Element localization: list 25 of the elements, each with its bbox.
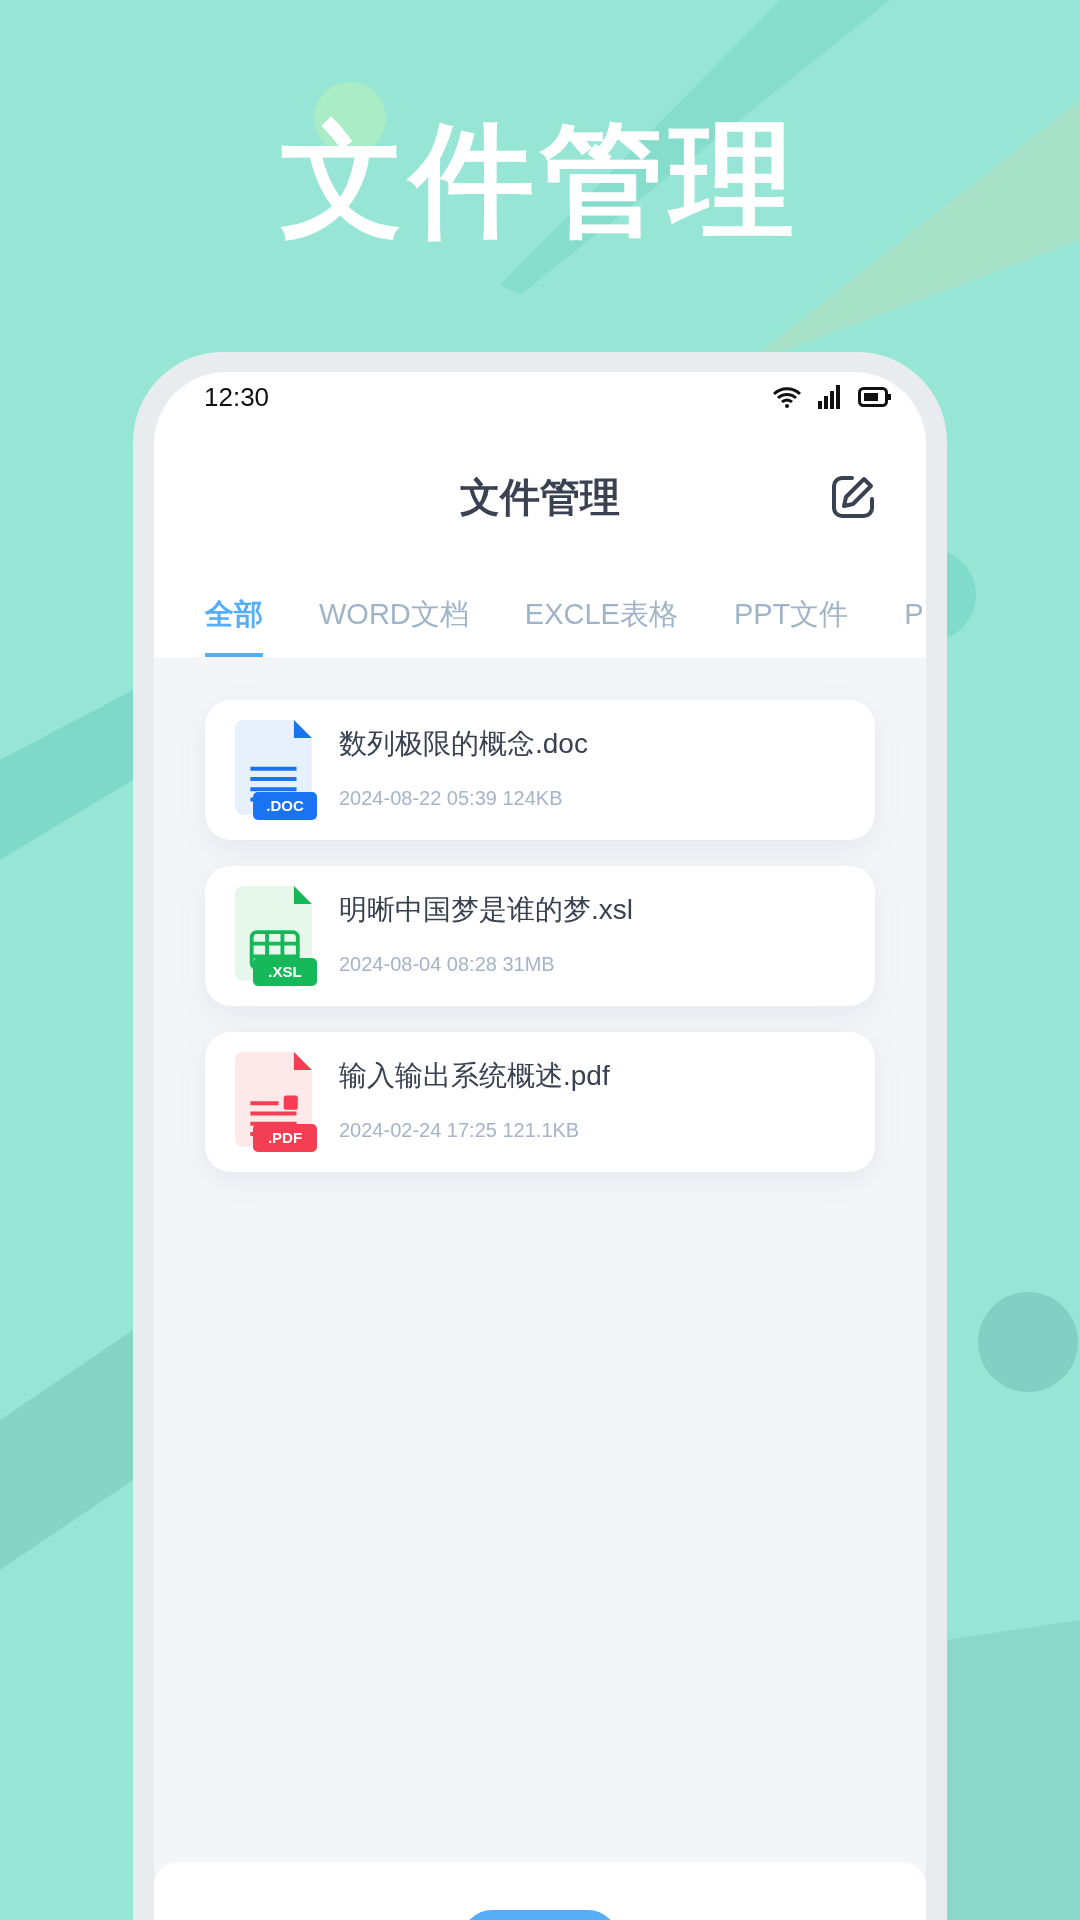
- file-card[interactable]: .PDF 输入输出系统概述.pdf 2024-02-24 17:25 121.1KB: [205, 1032, 875, 1172]
- status-time: 12:30: [204, 380, 270, 414]
- edit-button[interactable]: [830, 474, 876, 520]
- file-type-label: .DOC: [253, 792, 317, 820]
- tab[interactable]: EXCLE表格: [524, 572, 678, 657]
- tab[interactable]: 全部: [205, 572, 263, 657]
- signal-icon: [818, 385, 842, 409]
- tab[interactable]: PPT文件: [733, 572, 849, 657]
- file-info: 2024-08-04 08:28 31MB: [339, 951, 556, 977]
- tab[interactable]: WORD文档: [319, 572, 469, 657]
- file-name: 数列极限的概念.doc: [339, 727, 588, 761]
- tab[interactable]: P: [904, 572, 924, 657]
- wifi-icon: [772, 386, 802, 408]
- headline-title: 文件管理: [280, 118, 800, 242]
- file-type-label: .PDF: [253, 1124, 317, 1152]
- battery-icon: [858, 387, 892, 407]
- file-info: 2024-02-24 17:25 121.1KB: [339, 1117, 581, 1143]
- page-title: 文件管理: [460, 474, 620, 521]
- file-info: 2024-08-22 05:39 124KB: [339, 785, 564, 811]
- file-name: 输入输出系统概述.pdf: [339, 1059, 610, 1093]
- file-card[interactable]: .DOC 数列极限的概念.doc 2024-08-22 05:39 124KB: [205, 700, 875, 840]
- file-card[interactable]: .XSL 明晰中国梦是谁的梦.xsl 2024-08-04 08:28 31MB: [205, 866, 875, 1006]
- file-type-label: .XSL: [253, 958, 317, 986]
- file-name: 明晰中国梦是谁的梦.xsl: [339, 893, 633, 927]
- edit-icon: [830, 474, 876, 520]
